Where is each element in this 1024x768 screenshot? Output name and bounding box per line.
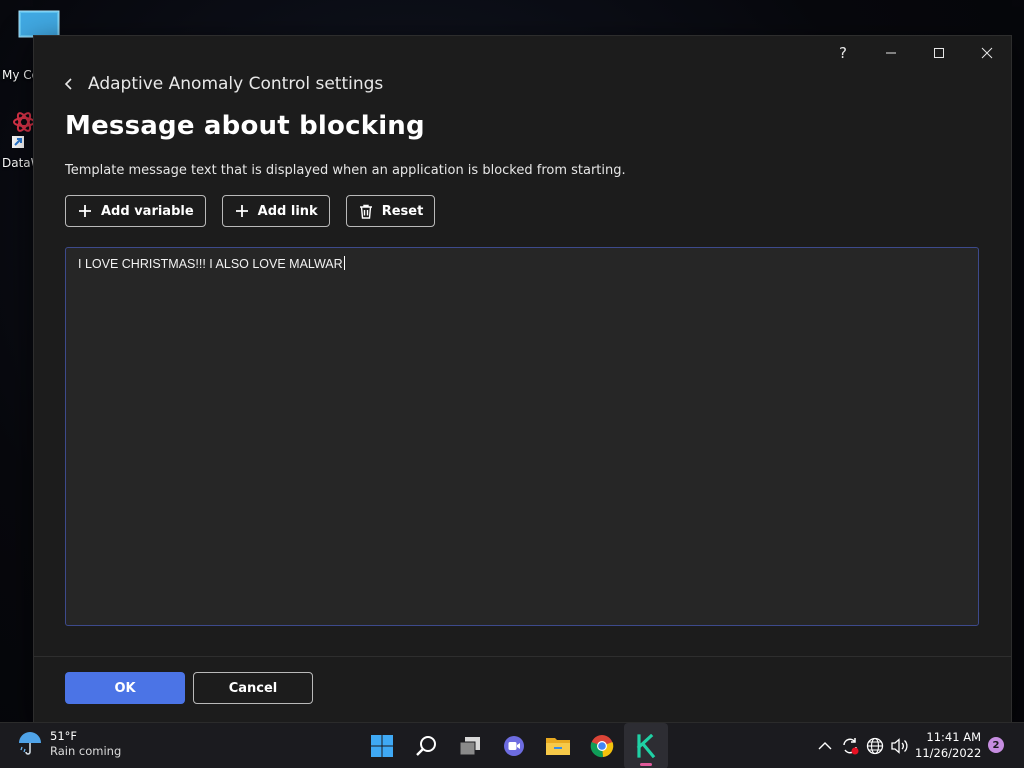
taskbar: 51°F Rain coming 11:41 AM 11/26/2022 2 (0, 722, 1024, 768)
editor-toolbar: Add variable Add link Reset (65, 195, 436, 227)
show-hidden-icons-button[interactable] (812, 723, 837, 768)
volume-icon (890, 738, 908, 754)
help-button[interactable]: ? (819, 36, 867, 70)
back-navigation[interactable]: Adaptive Anomaly Control settings (64, 72, 383, 96)
chrome-button[interactable] (580, 723, 624, 768)
sync-tray-button[interactable] (837, 723, 862, 768)
clock-date: 11/26/2022 (915, 746, 982, 760)
chevron-up-icon (818, 742, 831, 750)
taskbar-clock[interactable]: 11:41 AM 11/26/2022 (915, 729, 981, 761)
dialog-footer: OK Cancel (65, 672, 313, 704)
add-variable-button[interactable]: Add variable (65, 195, 206, 227)
plus-icon (77, 203, 93, 219)
cancel-button[interactable]: Cancel (193, 672, 313, 704)
notification-badge[interactable]: 2 (988, 737, 1004, 753)
add-link-label: Add link (257, 203, 318, 219)
network-tray-button[interactable] (862, 723, 887, 768)
breadcrumb[interactable]: Adaptive Anomaly Control settings (88, 74, 383, 94)
taskbar-pinned-apps (360, 723, 668, 768)
trash-icon (358, 203, 374, 219)
clock-time: 11:41 AM (926, 730, 981, 744)
editor-text: I LOVE CHRISTMAS!!! I ALSO LOVE MALWAR (78, 257, 343, 271)
page-description: Template message text that is displayed … (65, 163, 626, 178)
maximize-icon (934, 48, 944, 58)
add-link-button[interactable]: Add link (221, 195, 330, 227)
chat-button[interactable] (492, 723, 536, 768)
minimize-icon (886, 52, 896, 54)
weather-condition: Rain coming (50, 744, 122, 758)
volume-tray-button[interactable] (887, 723, 912, 768)
settings-window: ? Adaptive Anomaly Control settings Mess… (33, 35, 1012, 723)
search-icon (416, 736, 436, 756)
task-view-icon (459, 737, 480, 756)
sync-icon (842, 738, 858, 755)
ok-button[interactable]: OK (65, 672, 185, 704)
chrome-icon (590, 735, 614, 758)
maximize-button[interactable] (915, 36, 963, 70)
reset-button[interactable]: Reset (345, 195, 436, 227)
umbrella-icon (19, 732, 41, 755)
page-title: Message about blocking (65, 111, 425, 141)
kaspersky-button[interactable] (624, 723, 668, 768)
close-icon (981, 47, 993, 59)
search-button[interactable] (404, 723, 448, 768)
text-caret (343, 256, 345, 270)
chat-icon (504, 736, 524, 756)
file-explorer-button[interactable] (536, 723, 580, 768)
atom-icon (12, 112, 35, 148)
minimize-button[interactable] (867, 36, 915, 70)
active-app-indicator (640, 763, 652, 766)
task-view-button[interactable] (448, 723, 492, 768)
weather-widget[interactable]: 51°F Rain coming (16, 729, 121, 759)
chevron-left-icon[interactable] (64, 77, 78, 91)
reset-label: Reset (381, 203, 424, 219)
footer-divider (34, 656, 1011, 657)
kaspersky-icon (636, 734, 656, 758)
add-variable-label: Add variable (101, 203, 194, 219)
window-controls: ? (819, 36, 1011, 70)
weather-temperature: 51°F (50, 729, 77, 743)
globe-icon (866, 737, 883, 755)
start-icon (371, 735, 393, 757)
close-button[interactable] (963, 36, 1011, 70)
file-explorer-icon (546, 738, 570, 755)
system-tray (812, 723, 912, 768)
plus-icon (234, 203, 250, 219)
start-button[interactable] (360, 723, 404, 768)
message-text-editor[interactable]: I LOVE CHRISTMAS!!! I ALSO LOVE MALWAR (65, 247, 979, 626)
